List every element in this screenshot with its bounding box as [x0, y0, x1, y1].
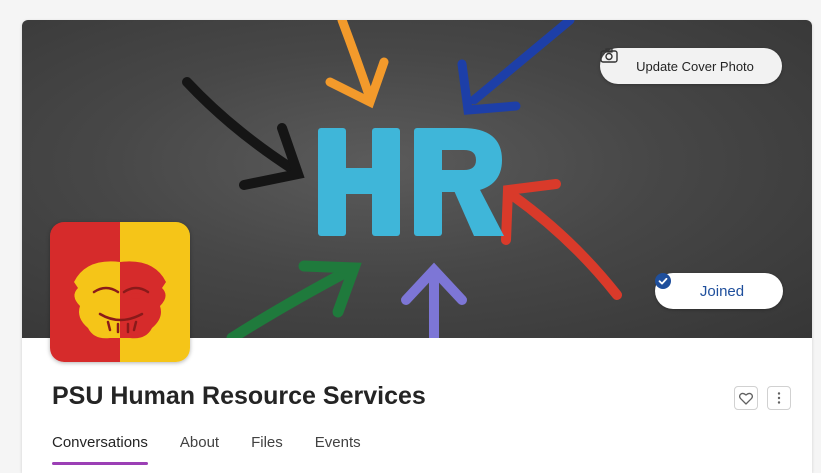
tab-conversations[interactable]: Conversations: [52, 434, 148, 465]
gorilla-logo-icon: [50, 222, 190, 362]
group-title: PSU Human Resource Services: [52, 382, 426, 410]
favorite-button[interactable]: [734, 386, 758, 410]
hr-letters: [318, 128, 504, 236]
purple-arrow: [401, 262, 467, 338]
green-arrow: [226, 260, 362, 338]
joined-button[interactable]: Joined: [655, 273, 783, 309]
orange-arrow: [325, 20, 389, 109]
group-header-card: Update Cover Photo Joined PSU Human Reso…: [22, 20, 812, 473]
navy-arrow: [457, 20, 575, 115]
group-logo: [50, 222, 190, 362]
update-cover-photo-button[interactable]: Update Cover Photo: [600, 48, 782, 84]
group-tabs: Conversations About Files Events: [52, 434, 393, 465]
red-arrow: [501, 179, 622, 300]
more-vertical-icon: [777, 392, 781, 404]
heart-icon: [739, 392, 753, 405]
tab-events[interactable]: Events: [315, 434, 361, 465]
update-cover-photo-label: Update Cover Photo: [636, 58, 754, 74]
more-options-button[interactable]: [767, 386, 791, 410]
tab-files[interactable]: Files: [251, 434, 283, 465]
black-arrow: [182, 77, 305, 190]
joined-label: Joined: [699, 282, 745, 300]
tab-about[interactable]: About: [180, 434, 219, 465]
